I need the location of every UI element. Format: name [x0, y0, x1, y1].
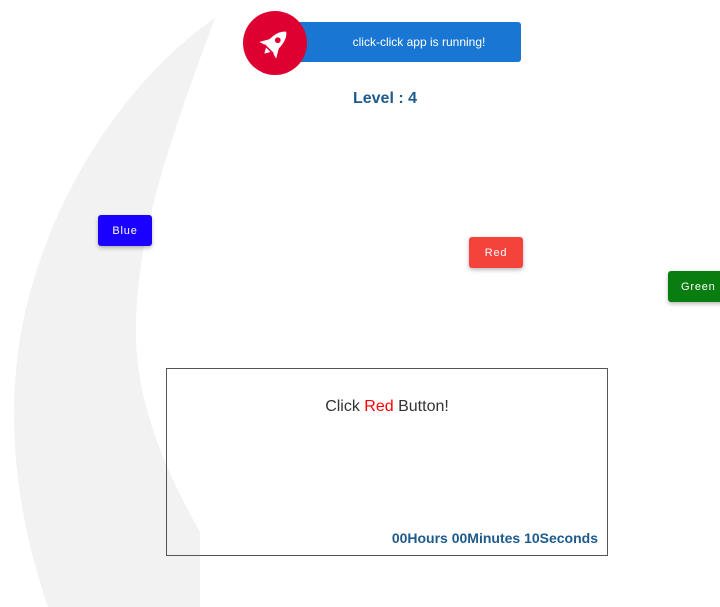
red-button[interactable]: Red: [469, 237, 523, 268]
instruction-panel: Click Red Button! 00Hours 00Minutes 10Se…: [166, 368, 608, 556]
app-running-banner: click-click app is running!: [283, 22, 521, 62]
elapsed-timer: 00Hours 00Minutes 10Seconds: [391, 530, 598, 546]
level-title: Level : 4: [352, 90, 418, 107]
rocket-icon: [259, 31, 287, 59]
instruction-prefix: Click: [325, 398, 365, 415]
instruction-text: Click Red Button!: [167, 398, 607, 416]
banner-text: click-click app is running!: [352, 35, 486, 49]
instruction-suffix: Button!: [393, 398, 449, 415]
rocket-badge: [243, 11, 307, 75]
instruction-color-word: Red: [364, 398, 394, 415]
green-button[interactable]: Green: [668, 271, 720, 302]
blue-button[interactable]: Blue: [98, 215, 152, 246]
